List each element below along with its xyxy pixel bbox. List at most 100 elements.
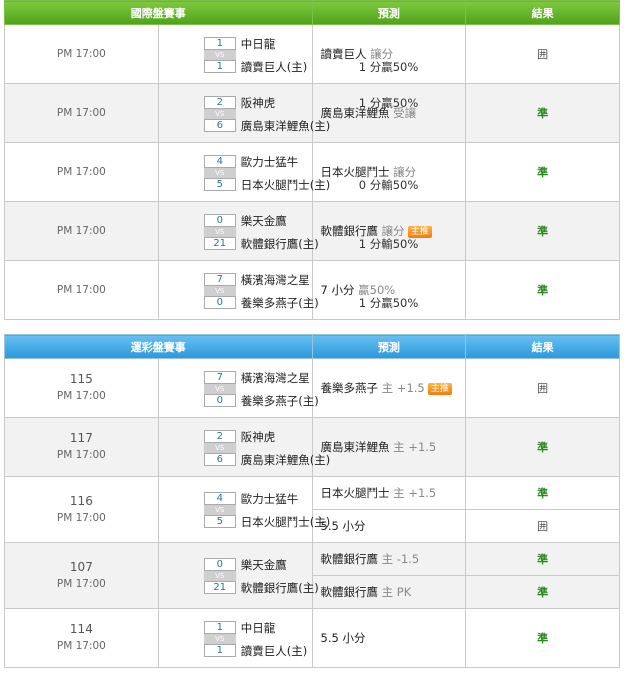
match-block: 1 VS 1 中日龍讀賣巨人(主) 1 分贏50%: [159, 26, 418, 83]
match-block: 7 VS 0 橫濱海灣之星 養樂多燕子(主) 1 分贏50%: [159, 262, 418, 319]
away-team[interactable]: 橫濱海灣之星: [241, 272, 310, 288]
match-time: PM 17:00: [4, 83, 159, 143]
result-cell: 準: [465, 575, 620, 609]
result-cell: 囲: [465, 24, 620, 84]
away-team[interactable]: 樂天金鷹: [241, 557, 287, 573]
score-box: 2 VS 6: [203, 95, 236, 132]
result-cell: 囲: [465, 509, 620, 543]
vs-label: VS: [203, 383, 236, 394]
table-row: PM 17:00 1 VS 1 中日龍 讀賣巨人(主) 1 分贏50% 讀賣巨人 讓分囲: [4, 24, 620, 84]
table2-result-header: 結果: [465, 334, 620, 359]
match-block: 4 VS 5 歐力士猛牛日本火腿鬥士(主): [159, 478, 330, 542]
away-team[interactable]: 中日龍: [241, 620, 276, 636]
prediction-detail: 主 +1.5: [393, 486, 437, 500]
away-team[interactable]: 阪神虎: [241, 95, 276, 111]
home-team[interactable]: 養樂多燕子(主): [241, 393, 319, 409]
handicap-odds: 1 分贏50%: [358, 95, 419, 110]
home-score: 1: [203, 643, 236, 657]
vs-label: VS: [203, 633, 236, 644]
handicap-odds: 1 分贏50%: [358, 295, 419, 310]
away-team[interactable]: 中日龍: [241, 36, 276, 52]
score-box: 1 VS 1: [203, 36, 236, 73]
match-number: 107: [69, 559, 93, 574]
home-score: 0: [203, 295, 236, 309]
away-team[interactable]: 歐力士猛牛: [241, 154, 299, 170]
match-time: PM 17:00: [4, 24, 159, 84]
home-team[interactable]: 養樂多燕子(主): [241, 295, 319, 311]
match-time-cell: 117 PM 17:00: [4, 417, 159, 477]
table1-matches-header: 國際盤賽事: [4, 0, 313, 25]
match-time: PM 17:00: [4, 201, 159, 261]
match-number: 117: [69, 431, 93, 445]
away-team[interactable]: 歐力士猛牛: [241, 491, 299, 507]
vs-label: VS: [203, 285, 236, 296]
result-cell: 準: [465, 260, 620, 320]
home-team[interactable]: 軟體銀行鷹(主): [241, 580, 319, 596]
match-time: PM 17:00: [56, 640, 106, 652]
match-cell: 1 VS 1 中日龍讀賣巨人(主) 1 分贏50%: [157, 24, 418, 84]
table2-prediction-header: 預測: [311, 334, 467, 359]
result-cell: 準: [465, 83, 620, 143]
away-score: 2: [203, 95, 236, 109]
match-cell: 4 VS 5 歐力士猛牛日本火腿鬥士(主): [157, 476, 330, 543]
result-cell: 囲: [465, 358, 620, 418]
match-number: 116: [69, 493, 93, 508]
table-row: PM 17:00 4 VS 5 歐力士猛牛 日本火腿鬥士(主) 0 分輸50% 日本火腿鬥士 …: [4, 142, 620, 202]
away-score: 7: [203, 370, 236, 384]
home-team[interactable]: 讀賣巨人(主): [241, 59, 307, 75]
match-time-cell: 107 PM 17:00: [4, 542, 159, 609]
score-box: 7 VS 0: [203, 370, 236, 407]
match-time-cell: 115 PM 17:00: [4, 358, 159, 418]
prediction-cell: 日本火腿鬥士 讓分: [311, 142, 467, 202]
home-score: 21: [203, 236, 236, 250]
prediction-value: 5.5 小分: [320, 631, 366, 645]
prediction-value: 養樂多燕子: [320, 381, 379, 395]
table-row: PM 17:00 2 VS 6 阪神虎 廣島東洋鯉魚(主) 1 分贏50% 廣島東洋鯉魚 受讓…: [4, 83, 620, 143]
result-cell: 準: [465, 142, 620, 202]
handicap-odds: 1 分贏50%: [358, 59, 419, 74]
result-cell: 準: [465, 608, 620, 668]
score-box: 7 VS 0: [203, 272, 236, 309]
prediction-cell: 軟體銀行鷹 主 -1.5: [311, 542, 467, 576]
vs-label: VS: [203, 442, 236, 453]
home-team[interactable]: 讀賣巨人(主): [241, 643, 307, 659]
away-score: 7: [203, 272, 236, 286]
away-team[interactable]: 樂天金鷹: [241, 213, 287, 229]
home-team[interactable]: 軟體銀行鷹(主): [241, 236, 319, 252]
home-team[interactable]: 廣島東洋鯉魚(主): [241, 452, 330, 468]
table-row: PM 17:00 0 VS 21 樂天金鷹 軟體銀行鷹(主) 1 分輸50% 軟體銀行鷹 讓分…: [4, 201, 620, 261]
match-block: 1 VS 1 中日龍 讀賣巨人(主): [159, 610, 312, 667]
score-box: 2 VS 6: [203, 429, 236, 466]
away-team[interactable]: 阪神虎: [241, 429, 276, 445]
prediction-cell: 5.5 小分: [311, 608, 467, 668]
match-block: 0 VS 21 樂天金鷹 軟體銀行鷹(主): [159, 544, 319, 608]
result-cell: 準: [465, 417, 620, 477]
match-time: PM 17:00: [56, 390, 106, 402]
match-time: PM 17:00: [4, 260, 159, 320]
home-score: 0: [203, 393, 236, 407]
table-row: 116 PM 17:00 4 VS 5 歐力士猛牛 日本火腿鬥士(主) 日本火腿鬥士 主 +1…: [4, 476, 620, 543]
away-score: 2: [203, 429, 236, 443]
score-box: 4 VS 5: [203, 491, 236, 528]
table1-result-header: 結果: [465, 0, 620, 25]
table-row: 117 PM 17:00 2 VS 6 阪神虎 廣島東洋鯉魚(主) 廣島東洋鯉魚 主 +1.5…: [4, 417, 620, 477]
home-score: 1: [203, 59, 236, 73]
sports-lottery-table: 運彩盤賽事 預測 結果 115 PM 17:00 7 VS 0 橫濱海灣之星 養樂多燕子(主…: [4, 334, 620, 668]
match-number: 115: [69, 372, 93, 386]
away-score: 0: [203, 213, 236, 227]
match-block: 4 VS 5 歐力士猛牛 日本火腿鬥士(主) 0 分輸50%: [159, 144, 418, 201]
match-time: PM 17:00: [4, 142, 159, 202]
match-cell: 2 VS 6 阪神虎廣島東洋鯉魚(主) 1 分贏50%: [157, 83, 418, 143]
vs-label: VS: [203, 108, 236, 119]
table1-header: 國際盤賽事 預測 結果: [4, 0, 620, 25]
prediction-cell: 7 小分 贏50%: [311, 260, 467, 320]
away-score: 1: [203, 36, 236, 50]
home-team[interactable]: 日本火腿鬥士(主): [241, 514, 330, 530]
away-score: 4: [203, 154, 236, 168]
home-team[interactable]: 廣島東洋鯉魚(主): [241, 118, 330, 134]
home-score: 5: [203, 514, 236, 528]
away-team[interactable]: 橫濱海灣之星: [241, 370, 310, 386]
match-cell: 1 VS 1 中日龍 讀賣巨人(主): [157, 608, 313, 668]
home-team[interactable]: 日本火腿鬥士(主): [241, 177, 330, 193]
match-cell: 2 VS 6 阪神虎廣島東洋鯉魚(主): [157, 417, 330, 477]
